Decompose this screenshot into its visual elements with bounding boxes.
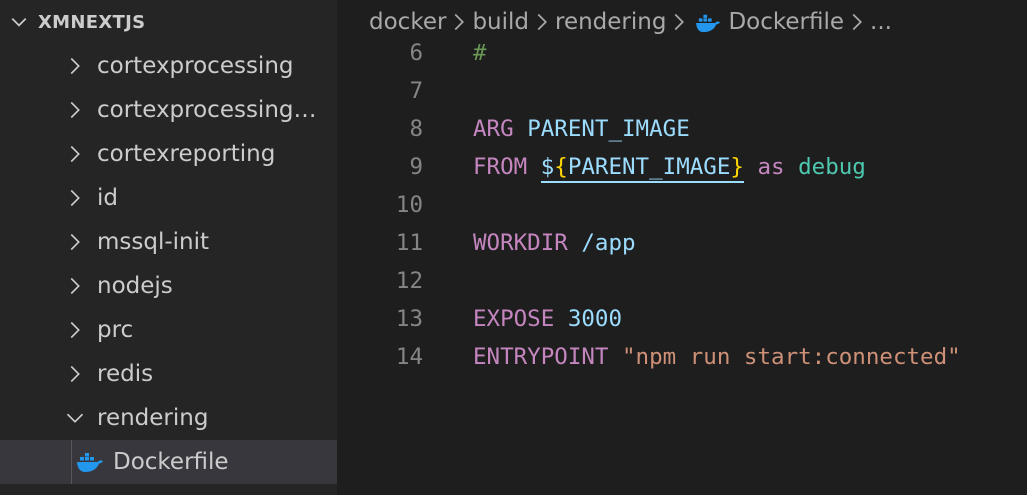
code-token: as bbox=[757, 154, 785, 180]
code-token: ARG bbox=[473, 116, 514, 142]
line-number: 14 bbox=[395, 344, 423, 370]
tree-folder[interactable]: mssql-init bbox=[0, 220, 337, 264]
line-number: 9 bbox=[409, 154, 423, 180]
code-token: $ bbox=[540, 154, 555, 183]
tree-folder-label: rendering bbox=[97, 405, 209, 431]
tree-folder-label: cortexreporting bbox=[97, 141, 276, 167]
code-line[interactable]: 10 bbox=[337, 186, 1027, 224]
code-token: { bbox=[554, 154, 568, 183]
line-content: # bbox=[473, 34, 487, 72]
line-number: 6 bbox=[409, 40, 423, 66]
tree-folder[interactable]: cortexprocessingw... bbox=[0, 88, 337, 132]
chevron-right-icon bbox=[62, 220, 88, 264]
code-token: EXPOSE bbox=[473, 306, 555, 332]
breadcrumb-item[interactable]: docker bbox=[369, 9, 446, 35]
docker-icon bbox=[694, 12, 722, 34]
breadcrumb-more[interactable]: ... bbox=[870, 9, 892, 35]
code-line[interactable]: 6 # bbox=[337, 34, 1027, 72]
code-line[interactable]: 14 ENTRYPOINT "npm run start:connected" bbox=[337, 338, 1027, 376]
tree-file-dockerfile[interactable]: Dockerfile bbox=[0, 440, 337, 484]
tree-folder[interactable]: rendering bbox=[0, 396, 337, 440]
explorer-section-title: XMNEXTJS bbox=[38, 11, 146, 33]
explorer-section-header[interactable]: XMNEXTJS bbox=[0, 0, 337, 44]
tree-folder[interactable]: cortexprocessing bbox=[0, 44, 337, 88]
tree-folder-label: nodejs bbox=[97, 273, 173, 299]
line-number: 7 bbox=[409, 78, 423, 104]
vscode-window: XMNEXTJS cortexprocessing cortexprocessin… bbox=[0, 0, 1027, 495]
chevron-right-icon bbox=[62, 264, 88, 308]
line-content: FROM ${PARENT_IMAGE} as debug bbox=[473, 148, 866, 186]
chevron-right-icon bbox=[531, 10, 553, 34]
chevron-right-icon bbox=[846, 10, 868, 34]
tree-folder-label: mssql-init bbox=[97, 229, 210, 255]
line-number: 12 bbox=[395, 268, 423, 294]
docker-icon bbox=[76, 450, 104, 474]
code-line[interactable]: 11 WORKDIR /app bbox=[337, 224, 1027, 262]
code-token: # bbox=[473, 40, 487, 66]
code-token: PARENT_IMAGE bbox=[567, 154, 731, 183]
chevron-right-icon bbox=[668, 10, 690, 34]
tree-folder-label: prc bbox=[97, 317, 134, 343]
chevron-down-icon bbox=[4, 7, 34, 37]
line-content: ARG PARENT_IMAGE bbox=[473, 110, 690, 148]
code-token: "npm run start:connected" bbox=[622, 344, 961, 370]
line-content: EXPOSE 3000 bbox=[473, 300, 622, 338]
code-token: ENTRYPOINT bbox=[473, 344, 609, 370]
file-tree: cortexprocessing cortexprocessingw... cort… bbox=[0, 44, 337, 440]
breadcrumb-item[interactable]: rendering bbox=[555, 9, 666, 35]
chevron-right-icon bbox=[62, 44, 88, 88]
tree-folder[interactable]: nodejs bbox=[0, 264, 337, 308]
line-number: 11 bbox=[395, 230, 423, 256]
indent-guide bbox=[71, 440, 72, 484]
code-line[interactable]: 7 bbox=[337, 72, 1027, 110]
tree-folder-label: cortexprocessingw... bbox=[97, 97, 329, 123]
code-line[interactable]: 12 bbox=[337, 262, 1027, 300]
line-content: ENTRYPOINT "npm run start:connected" bbox=[473, 338, 961, 376]
explorer-sidebar: XMNEXTJS cortexprocessing cortexprocessin… bbox=[0, 0, 337, 495]
tree-folder[interactable]: prc bbox=[0, 308, 337, 352]
breadcrumb-file[interactable]: Dockerfile bbox=[692, 9, 844, 35]
line-number: 10 bbox=[395, 192, 423, 218]
code-line[interactable]: 9 FROM ${PARENT_IMAGE} as debug bbox=[337, 148, 1027, 186]
code-line[interactable]: 13 EXPOSE 3000 bbox=[337, 300, 1027, 338]
chevron-right-icon bbox=[62, 308, 88, 352]
code-token: PARENT_IMAGE bbox=[527, 116, 690, 142]
breadcrumb-item[interactable]: build bbox=[472, 9, 529, 35]
code-token: 3000 bbox=[567, 306, 623, 332]
code-token: /app bbox=[581, 230, 636, 256]
breadcrumb-file-label: Dockerfile bbox=[728, 9, 845, 35]
editor-pane: docker build rendering Dockerfile... 6 #7 8 AR… bbox=[337, 0, 1027, 495]
code-editor[interactable]: 6 #7 8 ARG PARENT_IMAGE 9 FROM ${PARENT_IMAGE… bbox=[337, 34, 1027, 376]
tree-folder-label: redis bbox=[97, 361, 154, 387]
line-number: 8 bbox=[409, 116, 423, 142]
code-token: } bbox=[730, 154, 744, 183]
code-token: WORKDIR bbox=[473, 230, 568, 256]
line-content: WORKDIR /app bbox=[473, 224, 636, 262]
tree-folder-label: cortexprocessing bbox=[97, 53, 294, 79]
tree-file-label: Dockerfile bbox=[113, 449, 229, 475]
code-token: debug bbox=[798, 154, 866, 180]
chevron-right-icon bbox=[62, 132, 88, 176]
tree-folder[interactable]: redis bbox=[0, 352, 337, 396]
chevron-right-icon bbox=[448, 10, 470, 34]
tree-folder[interactable]: id bbox=[0, 176, 337, 220]
code-line[interactable]: 8 ARG PARENT_IMAGE bbox=[337, 110, 1027, 148]
chevron-down-icon bbox=[62, 396, 88, 440]
line-number: 13 bbox=[395, 306, 423, 332]
tree-folder[interactable]: cortexreporting bbox=[0, 132, 337, 176]
tree-folder-label: id bbox=[97, 185, 118, 211]
chevron-right-icon bbox=[62, 352, 88, 396]
chevron-right-icon bbox=[62, 176, 88, 220]
code-token: FROM bbox=[473, 154, 528, 180]
chevron-right-icon bbox=[62, 88, 88, 132]
